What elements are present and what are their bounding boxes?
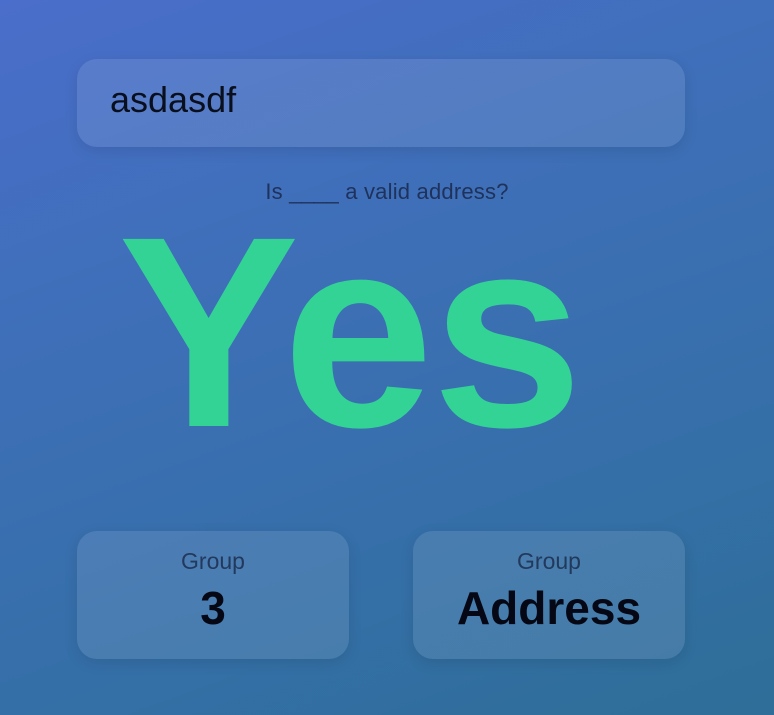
answer-text: Yes bbox=[118, 180, 583, 484]
address-search-box[interactable] bbox=[77, 59, 685, 147]
group-card-label: Group bbox=[517, 548, 581, 574]
group-card-value: 3 bbox=[200, 582, 226, 634]
group-card-number: Group 3 bbox=[77, 531, 349, 659]
group-card-label: Group bbox=[181, 548, 245, 574]
group-card-type: Group Address bbox=[413, 531, 685, 659]
group-card-value: Address bbox=[456, 582, 642, 634]
address-input[interactable] bbox=[110, 79, 685, 121]
